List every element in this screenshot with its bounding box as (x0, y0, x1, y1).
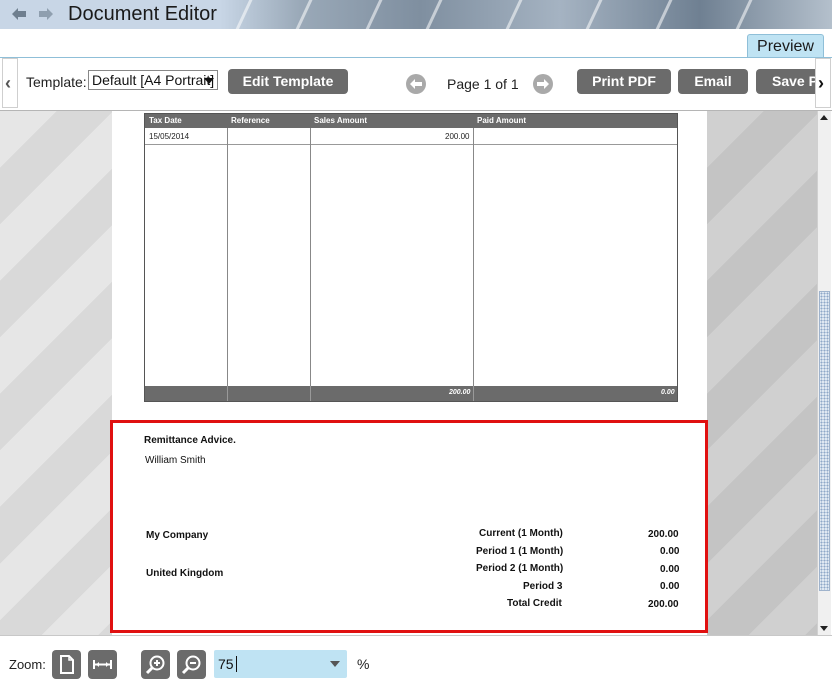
text-cursor (236, 656, 237, 672)
title-bar-decoration (227, 0, 256, 29)
aging-value: 0.00 (660, 581, 680, 592)
forward-arrow-icon[interactable] (38, 7, 54, 21)
template-label: Template: (26, 74, 87, 90)
column-header: Paid Amount (477, 116, 527, 125)
vertical-scrollbar[interactable] (817, 111, 831, 635)
next-page-icon[interactable] (533, 74, 553, 94)
edit-template-button[interactable]: Edit Template (228, 69, 348, 94)
toolbar-scroll-right[interactable]: › (815, 58, 831, 108)
print-pdf-button[interactable]: Print PDF (577, 69, 671, 94)
template-select-value: Default [A4 Portrait] (92, 72, 215, 88)
company-name: My Company (146, 530, 209, 541)
column-header: Sales Amount (314, 116, 368, 125)
window-title: Document Editor (68, 3, 217, 25)
customer-name: William Smith (145, 455, 206, 466)
title-bar-decoration (287, 0, 316, 29)
column-divider (473, 386, 474, 401)
remittance-title: Remittance Advice. (144, 435, 236, 446)
total-credit-label: Total Credit (507, 598, 562, 609)
paid-total-cell: 0.00 (661, 389, 675, 396)
column-divider (227, 386, 228, 401)
zoom-level-input[interactable]: 75 (218, 656, 234, 672)
sales-total-cell: 200.00 (449, 389, 471, 396)
chevron-left-icon: ‹ (5, 73, 11, 93)
column-header: Tax Date (149, 116, 182, 125)
title-bar-decoration (727, 0, 756, 29)
company-country: United Kingdom (146, 568, 224, 579)
total-credit-value: 200.00 (648, 599, 679, 610)
fit-page-icon (60, 655, 74, 674)
scroll-up-icon[interactable] (820, 115, 828, 120)
column-divider (310, 386, 311, 401)
back-arrow-icon[interactable] (11, 7, 27, 21)
title-bar: Document Editor (0, 0, 832, 29)
title-bar-decoration (647, 0, 676, 29)
tax-date-cell: 15/05/2014 (149, 132, 190, 141)
aging-label: Period 3 (523, 581, 563, 592)
remittance-highlight (110, 420, 708, 633)
scrollbar-thumb[interactable] (819, 291, 830, 591)
title-bar-decoration (497, 0, 526, 29)
aging-value: 0.00 (660, 564, 680, 575)
column-divider (227, 128, 228, 387)
zoom-level-combo[interactable]: 75 (214, 650, 347, 678)
title-bar-decoration (357, 0, 386, 29)
chevron-down-icon (204, 78, 214, 84)
fit-width-button[interactable] (88, 650, 117, 679)
email-button[interactable]: Email (678, 69, 748, 94)
column-header: Reference (231, 116, 270, 125)
chevron-right-icon: › (818, 73, 824, 93)
table-header: Tax Date Reference Sales Amount Paid Amo… (145, 114, 677, 128)
zoom-in-icon (145, 655, 165, 675)
aging-label: Current (1 Month) (479, 528, 563, 539)
percent-label: % (357, 656, 370, 672)
save-pdf-button[interactable]: Save PDF (756, 69, 815, 94)
zoom-in-button[interactable] (141, 650, 170, 679)
aging-value: 200.00 (648, 529, 679, 540)
aging-label: Period 2 (1 Month) (476, 563, 564, 574)
title-bar-decoration (417, 0, 446, 29)
aging-value: 0.00 (660, 546, 680, 557)
row-divider (145, 144, 677, 145)
chevron-down-icon[interactable] (330, 661, 340, 667)
transactions-table: Tax Date Reference Sales Amount Paid Amo… (144, 113, 678, 402)
fit-page-button[interactable] (52, 650, 81, 679)
zoom-bar: Zoom: 75 % (0, 635, 832, 690)
column-divider (310, 128, 311, 387)
tab-preview[interactable]: Preview (747, 34, 824, 58)
toolbar-scroll-left[interactable]: ‹ (2, 58, 18, 108)
aging-label: Period 1 (1 Month) (476, 546, 564, 557)
previous-page-icon[interactable] (406, 74, 426, 94)
title-bar-decoration (577, 0, 606, 29)
column-divider (473, 128, 474, 387)
table-footer: 200.00 0.00 (145, 386, 677, 401)
template-select[interactable]: Default [A4 Portrait] (88, 70, 218, 90)
scroll-down-icon[interactable] (820, 626, 828, 631)
fit-width-icon (93, 660, 112, 669)
tab-divider (0, 57, 832, 58)
sales-amount-cell: 200.00 (445, 132, 470, 141)
zoom-out-icon (181, 655, 201, 675)
zoom-out-button[interactable] (177, 650, 206, 679)
page-indicator: Page 1 of 1 (447, 76, 519, 92)
zoom-label: Zoom: (9, 657, 46, 672)
